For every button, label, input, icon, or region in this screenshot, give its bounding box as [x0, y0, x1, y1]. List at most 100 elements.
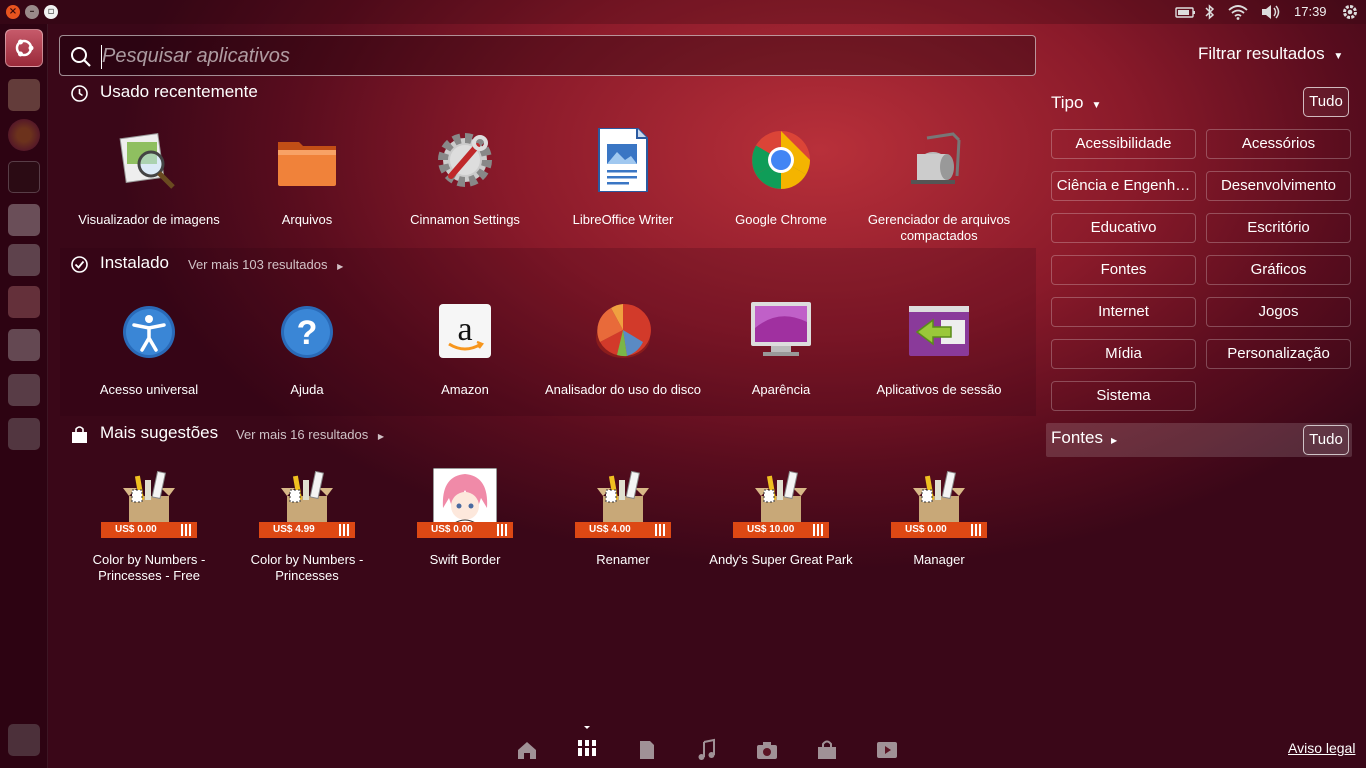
accessibility-icon [123, 306, 175, 358]
chrome-icon [752, 131, 810, 189]
search-icon [71, 47, 91, 67]
system-gear-icon[interactable] [1341, 3, 1359, 21]
tipo-filter-header[interactable]: Tipo ▼ [1051, 93, 1101, 113]
app-tile[interactable]: Arquivos [228, 128, 386, 248]
category-filter-button[interactable]: Gráficos [1206, 255, 1351, 285]
app-label: Ajuda [290, 382, 324, 397]
launcher [0, 24, 48, 768]
app-tile[interactable]: Cinnamon Settings [386, 128, 544, 248]
search-box[interactable] [59, 35, 1036, 76]
calculator-launcher-icon[interactable] [8, 329, 40, 361]
section-installed-header: Instalado Ver mais 103 resultados ▶ [70, 253, 470, 277]
category-filter-button[interactable]: Internet [1051, 297, 1196, 327]
section-suggestions-header: Mais sugestões Ver mais 16 resultados ▶ [70, 423, 470, 447]
fontes-all-button[interactable]: Tudo [1303, 425, 1349, 455]
app-tile[interactable]: US$ 4.00 Renamer [544, 468, 702, 588]
search-input[interactable] [102, 42, 1002, 70]
monitor-launcher-icon[interactable] [8, 374, 40, 406]
webcam-launcher-icon[interactable] [8, 286, 40, 318]
app-label: Acesso universal [99, 382, 199, 397]
dash-home-button[interactable] [5, 29, 43, 67]
category-filter-button[interactable]: Acessibilidade [1051, 129, 1196, 159]
files-launcher-icon[interactable] [8, 79, 40, 111]
app-tile[interactable]: ? Ajuda [228, 298, 386, 414]
app-tile[interactable]: LibreOffice Writer [544, 128, 702, 248]
video-lens-icon[interactable] [875, 738, 899, 762]
section-installed-title: Instalado [100, 253, 169, 272]
disk-usage-icon [596, 303, 651, 358]
clock[interactable]: 17:39 [1294, 3, 1327, 21]
app-tile[interactable]: US$ 10.00 Andy's Super Great Park [702, 468, 860, 588]
installed-see-more-link[interactable]: Ver mais 103 resultados ▶ [188, 257, 343, 272]
section-recent-title: Usado recentemente [100, 82, 258, 101]
category-filter-button[interactable]: Desenvolvimento [1206, 171, 1351, 201]
legal-notice-link[interactable]: Aviso legal [1288, 740, 1355, 756]
price-tag: US$ 4.00 [575, 522, 671, 538]
volume-icon[interactable] [1260, 3, 1282, 21]
settings-launcher-icon[interactable] [8, 244, 40, 276]
software-box-icon: US$ 4.99 [259, 468, 355, 538]
category-filter-button[interactable]: Educativo [1051, 213, 1196, 243]
applications-lens-icon[interactable] [575, 726, 599, 762]
category-filter-button[interactable]: Sistema [1051, 381, 1196, 411]
workspace-launcher-icon[interactable] [8, 418, 40, 450]
app-label: Analisador do uso do disco [544, 382, 702, 397]
category-filter-button[interactable]: Mídia [1051, 339, 1196, 369]
price-tag: US$ 10.00 [733, 522, 829, 538]
section-recent-header: Usado recentemente [70, 82, 470, 106]
svg-text:a: a [457, 311, 472, 348]
amazon-icon: a [439, 304, 491, 358]
app-tile[interactable]: a Amazon [386, 298, 544, 414]
ubuntu-logo-icon [15, 39, 34, 57]
filter-panel: Tipo ▼ Tudo Acessibilidade Acessórios Ciênc… [1036, 24, 1366, 768]
window-maximize-button[interactable]: ▫ [44, 5, 58, 19]
app-tile[interactable]: Acesso universal [70, 298, 228, 414]
section-suggestions-title: Mais sugestões [100, 423, 219, 442]
chevron-right-icon: ▶ [1110, 436, 1118, 445]
app-tile[interactable]: Aparência [702, 298, 860, 414]
price-tag: US$ 0.00 [101, 522, 197, 538]
category-filter-button[interactable]: Personalização [1206, 339, 1351, 369]
see-more-label: Ver mais 103 resultados [188, 257, 328, 272]
settings-gear-icon [438, 133, 492, 187]
music-lens-icon[interactable] [695, 738, 719, 762]
checkmark-circle-icon [71, 256, 88, 273]
help-icon: ? [281, 306, 333, 358]
bluetooth-icon[interactable] [1204, 3, 1216, 21]
text-editor-launcher-icon[interactable] [8, 204, 40, 236]
app-tile[interactable]: US$ 0.00 Color by Numbers - Princesses - … [70, 468, 228, 588]
files-lens-icon[interactable] [635, 738, 659, 762]
category-filter-button[interactable]: Jogos [1206, 297, 1351, 327]
suggestions-see-more-link[interactable]: Ver mais 16 resultados ▶ [236, 427, 384, 442]
trash-launcher-icon[interactable] [8, 724, 40, 756]
battery-icon[interactable] [1175, 3, 1197, 21]
app-tile[interactable]: Google Chrome [702, 128, 860, 248]
archive-manager-icon [911, 132, 961, 184]
window-minimize-button[interactable]: – [25, 5, 39, 19]
window-close-button[interactable]: × [6, 5, 20, 19]
category-filter-button[interactable]: Acessórios [1206, 129, 1351, 159]
shopping-lens-icon[interactable] [815, 738, 839, 762]
firefox-launcher-icon[interactable] [8, 119, 40, 151]
home-lens-icon[interactable] [515, 738, 539, 762]
wifi-icon[interactable] [1227, 3, 1249, 21]
app-tile[interactable]: US$ 4.99 Color by Numbers - Princesses [228, 468, 386, 588]
category-filter-button[interactable]: Escritório [1206, 213, 1351, 243]
app-tile[interactable]: Gerenciador de arquivos compactados [860, 128, 1018, 248]
app-tile[interactable]: Aplicativos de sessão [860, 298, 1018, 414]
tipo-all-button[interactable]: Tudo [1303, 87, 1349, 117]
category-filter-button[interactable]: Ciência e Engenh… [1051, 171, 1196, 201]
chevron-right-icon: ▶ [337, 262, 344, 271]
photos-lens-icon[interactable] [755, 738, 779, 762]
app-label: LibreOffice Writer [572, 212, 674, 227]
price-tag: US$ 0.00 [417, 522, 513, 538]
app-label: Cinnamon Settings [410, 212, 520, 227]
category-filter-button[interactable]: Fontes [1051, 255, 1196, 285]
app-tile[interactable]: Analisador do uso do disco [544, 298, 702, 414]
app-tile[interactable]: Visualizador de imagens [70, 128, 228, 248]
terminal-launcher-icon[interactable] [8, 161, 40, 193]
image-viewer-icon [119, 133, 175, 189]
app-tile[interactable]: US$ 0.00 Manager [860, 468, 1018, 588]
triangle-down-icon: ▼ [1091, 100, 1102, 111]
app-tile[interactable]: US$ 0.00 Swift Border [386, 467, 544, 588]
